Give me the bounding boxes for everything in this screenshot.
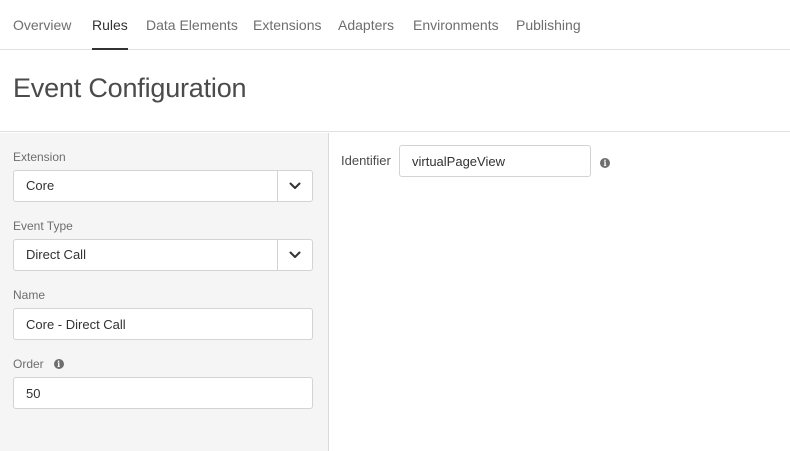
info-icon[interactable]: i <box>600 158 610 168</box>
tab-publishing[interactable]: Publishing <box>516 0 581 50</box>
tab-overview[interactable]: Overview <box>13 0 71 50</box>
tab-extensions[interactable]: Extensions <box>253 0 321 50</box>
tab-environments[interactable]: Environments <box>413 0 499 50</box>
event-type-dropdown-button[interactable] <box>277 240 312 270</box>
extension-select[interactable]: Core <box>13 170 313 202</box>
page-title: Event Configuration <box>13 73 247 103</box>
top-navigation: Overview Rules Data Elements Extensions … <box>0 0 790 50</box>
chevron-down-icon <box>289 251 301 258</box>
tab-rules[interactable]: Rules <box>92 0 128 50</box>
chevron-down-icon <box>289 182 301 189</box>
name-label: Name <box>13 288 45 302</box>
extension-dropdown-button[interactable] <box>277 171 312 201</box>
order-label: Order i <box>13 357 64 371</box>
event-type-label-text: Event Type <box>13 219 73 233</box>
identifier-label: Identifier <box>341 153 391 168</box>
tab-data-elements[interactable]: Data Elements <box>146 0 238 50</box>
page-header: Event Configuration <box>0 50 790 132</box>
name-field[interactable] <box>13 308 313 340</box>
extension-label: Extension <box>13 150 66 164</box>
order-label-text: Order <box>13 357 44 371</box>
event-type-label: Event Type <box>13 219 73 233</box>
order-field[interactable] <box>13 377 313 409</box>
identifier-field[interactable] <box>399 145 591 177</box>
tab-adapters[interactable]: Adapters <box>338 0 394 50</box>
event-type-select-value: Direct Call <box>26 247 86 262</box>
extension-label-text: Extension <box>13 150 66 164</box>
extension-select-value: Core <box>26 178 55 193</box>
info-icon[interactable]: i <box>53 359 64 369</box>
event-type-select[interactable]: Direct Call <box>13 239 313 271</box>
name-label-text: Name <box>13 288 46 302</box>
